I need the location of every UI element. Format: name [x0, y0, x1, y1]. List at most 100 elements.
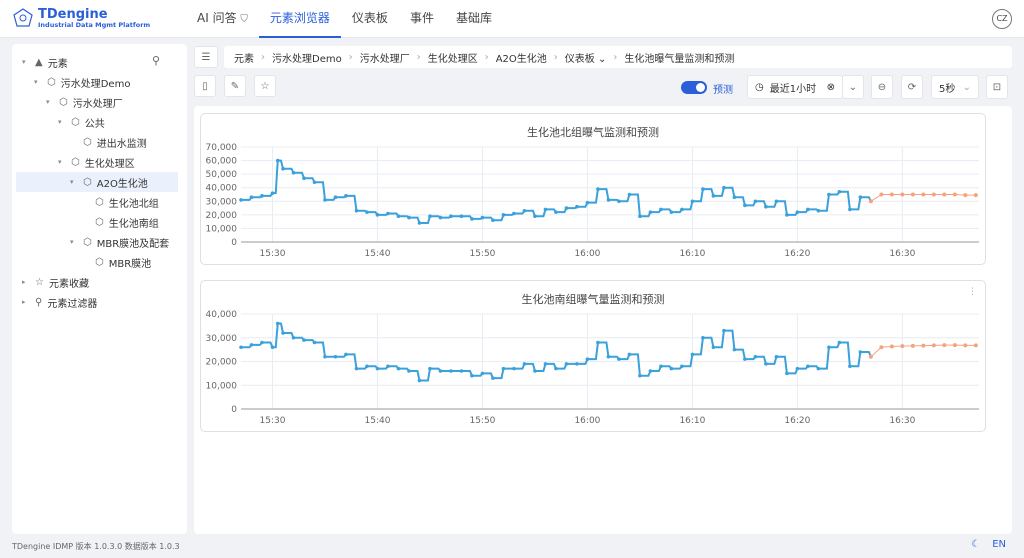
time-range-picker[interactable]: ◷ 最近1小时 ⊗	[747, 75, 843, 99]
fullscreen-button[interactable]: ⊡	[986, 75, 1008, 99]
breadcrumb-item[interactable]: 生化池曝气量监测和预测	[624, 50, 734, 65]
tree-item[interactable]: ⬡ 生化池北组	[82, 192, 159, 212]
y-tick-label: 20,000	[206, 358, 238, 368]
main-nav: AI 问答 ⛉ 元素浏览器 仪表板 事件 基础库	[186, 0, 503, 38]
line-chart-north[interactable]: 0 10,000 20,000 30,000 40,000 50,000 60,000 70,…	[201, 114, 987, 266]
forecast-point	[879, 345, 884, 350]
actual-point	[858, 195, 863, 200]
actual-line	[241, 322, 872, 382]
user-avatar[interactable]: CZ	[992, 9, 1012, 29]
breadcrumb-item[interactable]: 污水处理厂	[360, 50, 410, 65]
nav-element-browser[interactable]: 元素浏览器	[258, 0, 341, 38]
element-icon: ⬡	[83, 136, 92, 148]
breadcrumb-item[interactable]: 仪表板 ⌄	[565, 50, 607, 65]
forecast-point	[942, 343, 947, 348]
actual-point	[680, 364, 684, 369]
element-icon: ▲	[35, 56, 43, 68]
actual-point	[459, 369, 464, 373]
actual-point	[344, 352, 348, 357]
forecast-point	[900, 192, 905, 197]
caret-icon[interactable]: ▾	[22, 58, 30, 66]
book-icon: ▯	[202, 80, 208, 92]
element-icon: ⬡	[95, 256, 104, 268]
search-icon[interactable]: ⚲	[152, 54, 160, 67]
language-switch[interactable]: EN	[992, 539, 1006, 550]
actual-point	[323, 354, 327, 359]
breadcrumb-item[interactable]: 生化处理区	[428, 50, 478, 65]
nav-dashboard[interactable]: 仪表板	[341, 0, 399, 38]
actual-point	[627, 352, 632, 357]
chevron-down-icon: ⌄	[848, 81, 858, 93]
clear-icon[interactable]: ⊗	[827, 82, 835, 93]
tree-item[interactable]: ▾ ⬡ 公共	[58, 112, 105, 132]
tree-item[interactable]: ▾ ▲ 元素	[22, 52, 68, 72]
chart-panel-north: 生化池北组曝气监测和预测 0 10,000 20,000 30,000 40,000 50…	[200, 113, 986, 265]
caret-icon[interactable]: ▾	[46, 98, 54, 106]
time-range-dropdown[interactable]: ⌄	[842, 75, 864, 99]
forecast-point	[973, 193, 978, 198]
actual-point	[533, 214, 537, 219]
collapse-sidebar-button[interactable]: ☰	[194, 46, 218, 68]
clock-icon: ◷	[755, 81, 764, 93]
actual-point	[638, 214, 642, 219]
caret-icon[interactable]: ▾	[70, 178, 78, 186]
caret-icon[interactable]: ▾	[34, 78, 42, 86]
actual-point	[249, 195, 254, 200]
element-icon: ⬡	[95, 216, 104, 228]
nav-library[interactable]: 基础库	[445, 0, 503, 38]
tree-item-label: 公共	[84, 118, 105, 130]
chevron-right-icon: ›	[553, 51, 558, 63]
tree-item[interactable]: ⬡ 进出水监测	[70, 132, 147, 152]
tree-item[interactable]: ⬡ MBR膜池	[82, 252, 151, 272]
actual-point	[659, 207, 663, 212]
tree-item[interactable]: ▸ ☆ 元素收藏	[22, 272, 89, 292]
actual-point	[648, 210, 653, 214]
favorite-button[interactable]: ☆	[254, 75, 276, 97]
details-button[interactable]: ▯	[194, 75, 216, 97]
actual-point	[753, 354, 758, 359]
caret-icon[interactable]: ▾	[70, 238, 78, 246]
actual-point	[543, 207, 548, 212]
dark-mode-icon[interactable]: ☾	[971, 539, 980, 550]
tree-item[interactable]: ▾ ⬡ 污水处理Demo	[34, 72, 130, 92]
caret-icon[interactable]: ▸	[22, 278, 30, 286]
breadcrumb-item[interactable]: A2O生化池	[496, 50, 547, 65]
edit-button[interactable]: ✎	[224, 75, 246, 97]
caret-icon[interactable]: ▾	[58, 118, 66, 126]
tree-item[interactable]: ▾ ⬡ A2O生化池	[16, 172, 178, 192]
actual-point	[386, 211, 390, 216]
nav-events[interactable]: 事件	[399, 0, 445, 38]
predict-toggle[interactable]	[681, 81, 707, 94]
refresh-interval-select[interactable]: 5秒 ⌄	[931, 75, 979, 99]
chevron-down-icon: ⌄	[962, 81, 971, 93]
actual-point	[302, 176, 306, 181]
tree-item[interactable]: ▾ ⬡ 生化处理区	[58, 152, 135, 172]
x-tick-label: 16:20	[784, 249, 810, 259]
actual-point	[806, 207, 810, 212]
tree-item[interactable]: ▸ ⚲ 元素过滤器	[22, 292, 97, 312]
actual-point	[816, 208, 821, 213]
nav-ai-qa[interactable]: AI 问答 ⛉	[186, 0, 259, 38]
line-chart-south[interactable]: 0 10,000 20,000 30,000 40,000 15:30 15:40 15:50…	[201, 281, 987, 433]
tree-item[interactable]: ▾ ⬡ 污水处理厂	[46, 92, 123, 112]
actual-point	[281, 166, 285, 171]
refresh-button[interactable]: ⟳	[901, 75, 923, 99]
tree-item-label: 污水处理Demo	[60, 78, 131, 90]
logo[interactable]: TDengine Industrial Data Mgmt Platform	[12, 7, 150, 29]
breadcrumb-item[interactable]: 元素	[234, 50, 254, 65]
breadcrumb: 元素 › 污水处理Demo › 污水处理厂 › 生化处理区 › A2O生化池 › 仪表板 ⌄ › 生化池…	[224, 46, 1012, 68]
actual-point	[764, 204, 768, 209]
breadcrumb-item[interactable]: 污水处理Demo	[272, 50, 342, 65]
caret-icon[interactable]: ▾	[58, 158, 66, 166]
dashboard-canvas: 生化池北组曝气监测和预测 0 10,000 20,000 30,000 40,000 50…	[194, 106, 1012, 534]
menu-collapse-icon: ☰	[201, 51, 211, 63]
actual-point	[522, 362, 527, 366]
tree-item[interactable]: ▾ ⬡ MBR膜池及配套	[70, 232, 169, 252]
actual-point	[354, 208, 359, 213]
caret-icon[interactable]: ▸	[22, 298, 30, 306]
actual-point	[459, 214, 464, 219]
actual-point	[428, 214, 432, 219]
tree-item[interactable]: ⬡ 生化池南组	[82, 212, 159, 232]
actual-point	[564, 362, 569, 366]
zoom-out-button[interactable]: ⊖	[871, 75, 893, 99]
